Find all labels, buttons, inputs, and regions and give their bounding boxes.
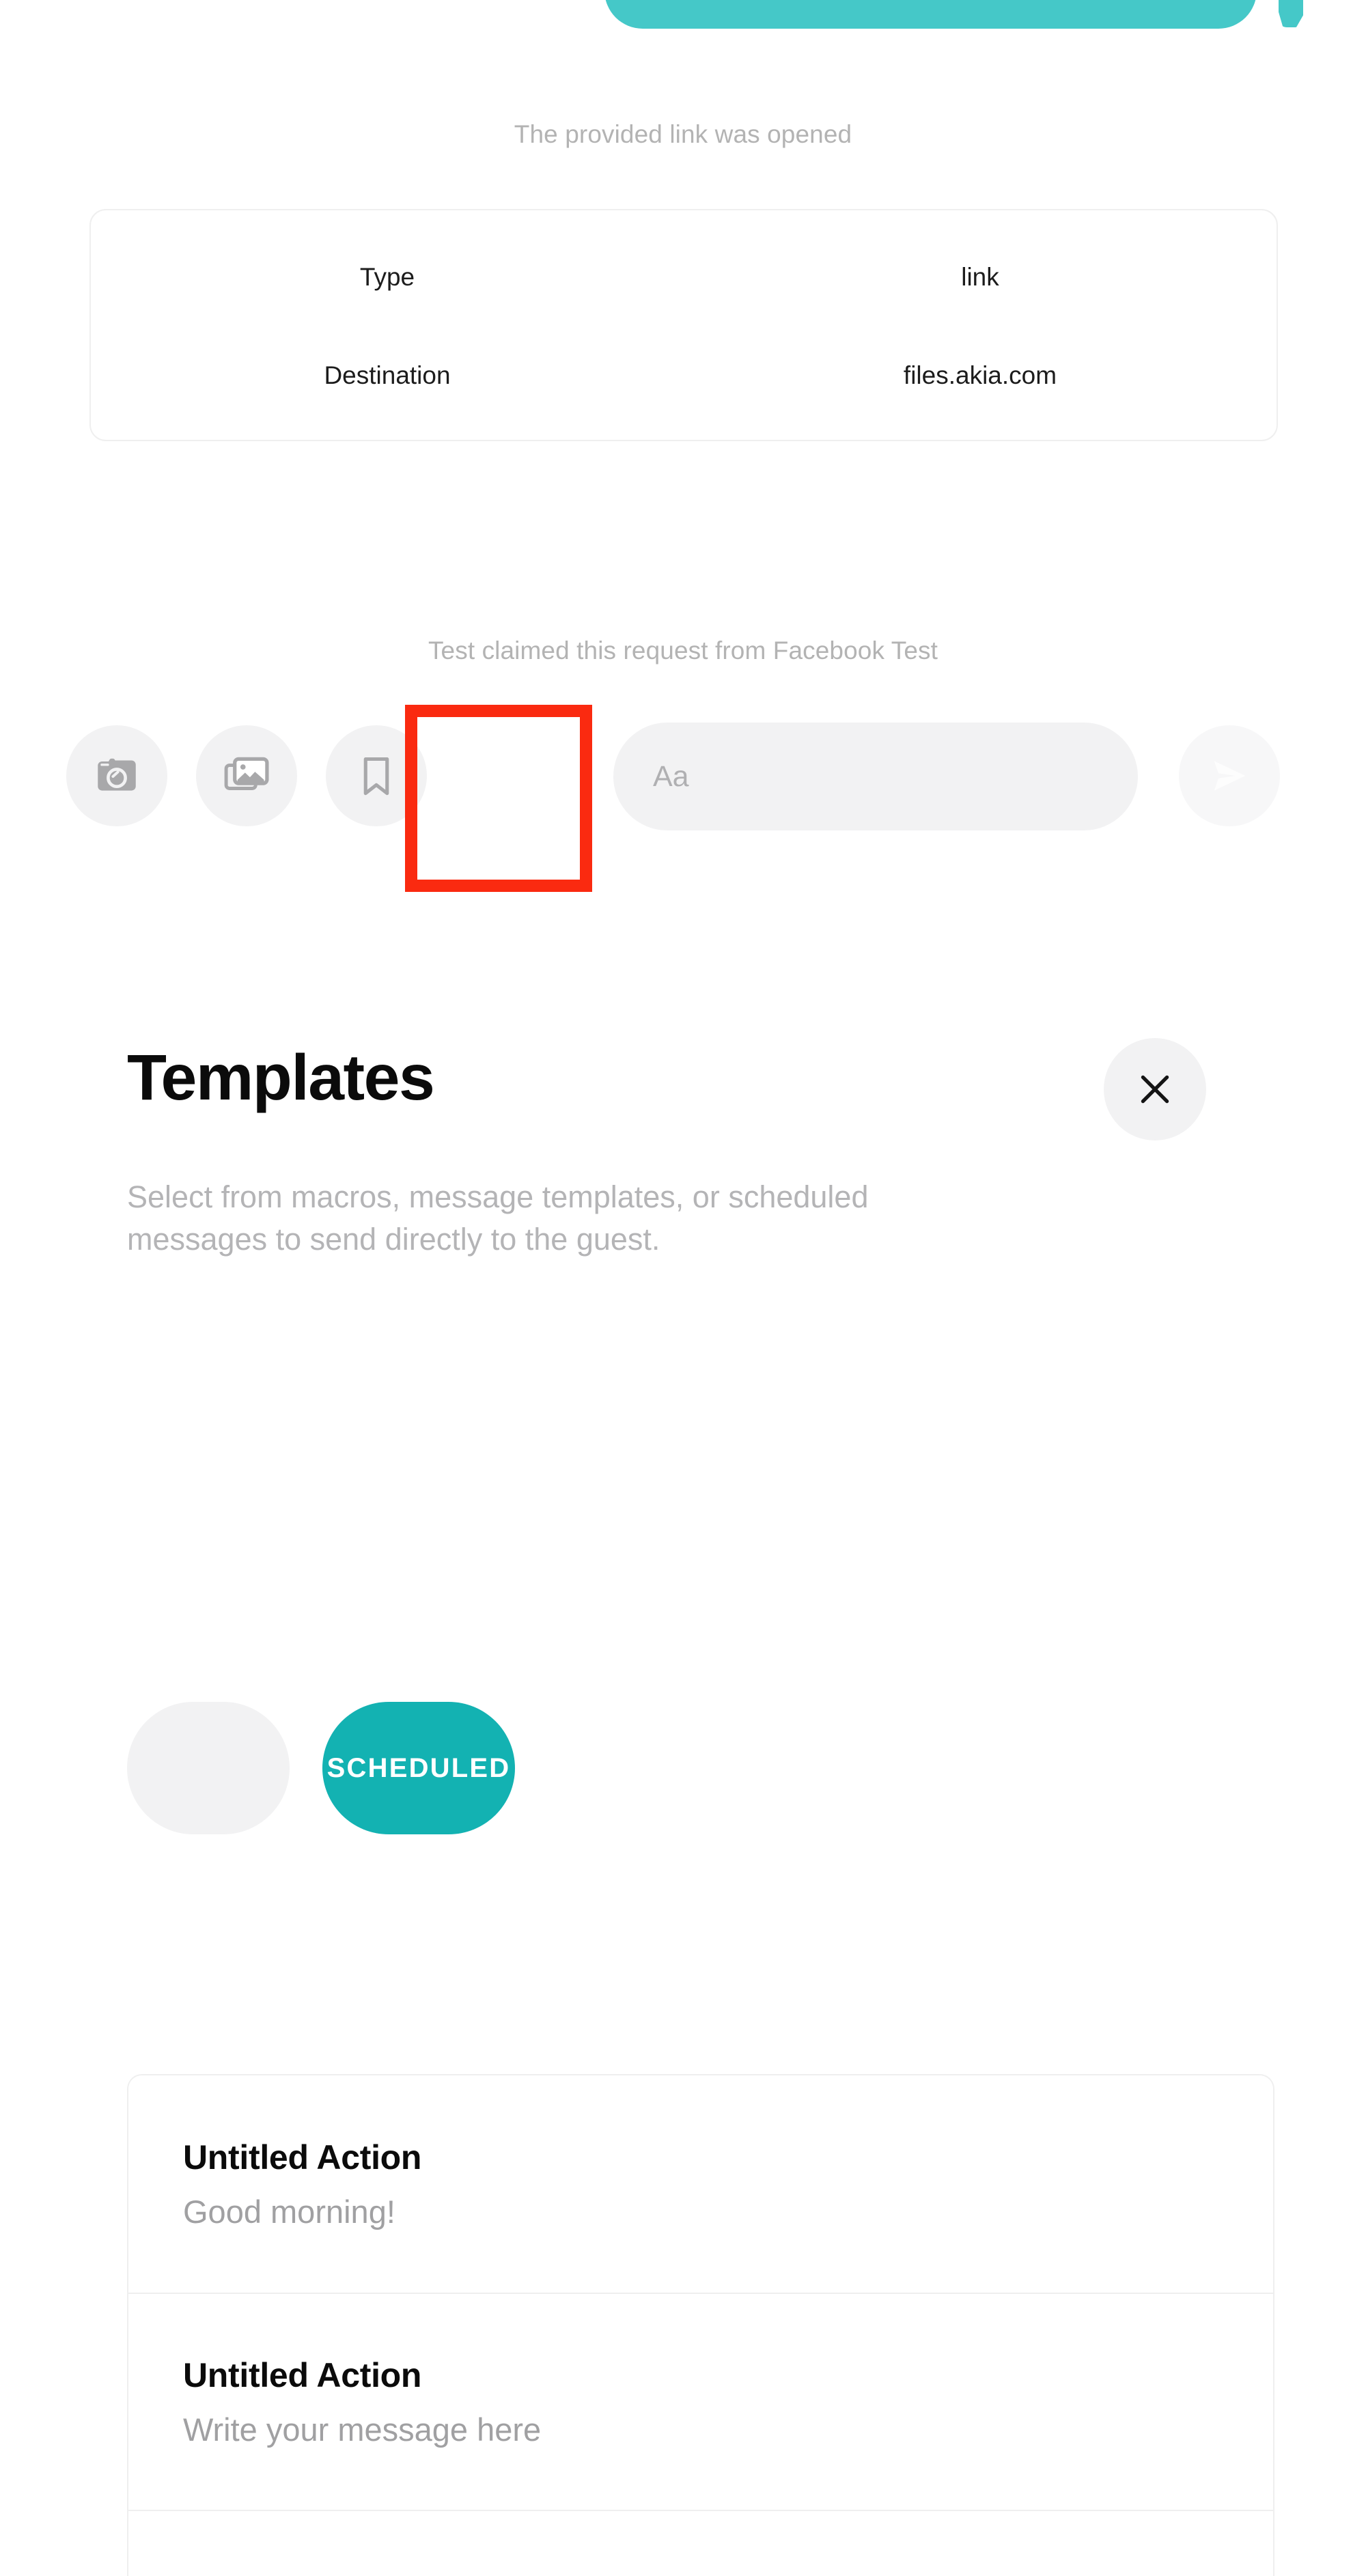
templates-sheet-subtitle: Select from macros, message templates, o… <box>127 1179 869 1257</box>
photo-library-icon <box>221 751 272 801</box>
link-card-value: files.akia.com <box>903 361 1057 389</box>
outgoing-message-bubble <box>604 0 1257 29</box>
system-note-link-opened: The provided link was opened <box>514 120 852 148</box>
photo-library-button[interactable] <box>196 725 297 826</box>
tab-scheduled[interactable]: SCHEDULED <box>322 1702 515 1834</box>
templates-tab-row: SCHEDULED <box>127 1702 515 1834</box>
link-card-key: Destination <box>324 361 451 389</box>
templates-list: Untitled Action Good morning! Untitled A… <box>127 2074 1274 2576</box>
message-composer <box>0 719 1366 835</box>
close-button[interactable] <box>1104 1038 1206 1140</box>
system-note-claimed-request: Test claimed this request from Facebook … <box>428 636 938 664</box>
template-name: Untitled Action <box>183 2356 422 2394</box>
link-card-key: Type <box>359 263 415 291</box>
camera-button[interactable] <box>66 725 167 826</box>
template-name: Thanks for booking <box>183 2571 1218 2576</box>
close-icon <box>1132 1067 1177 1112</box>
templates-bookmark-button[interactable] <box>326 725 427 826</box>
link-card-row-type: Type link <box>91 249 1277 305</box>
chat-screen: The provided link was opened Type link D… <box>0 0 1366 2576</box>
page-title: Templates <box>127 1041 435 1114</box>
templates-sheet: Templates Select from macros, message te… <box>0 970 1366 2576</box>
message-bubble-tail-icon <box>1279 0 1303 27</box>
send-icon <box>1205 752 1253 800</box>
bookmark-icon <box>352 752 400 800</box>
send-button[interactable] <box>1179 725 1280 826</box>
camera-icon <box>92 751 142 801</box>
template-name: Untitled Action <box>183 2138 422 2176</box>
template-preview: Good morning! <box>183 2194 395 2230</box>
template-preview: Write your message here <box>183 2411 542 2448</box>
list-item[interactable]: Thanks for booking Good morning, {{custo… <box>128 2510 1273 2576</box>
link-preview-card[interactable]: Type link Destination files.akia.com <box>89 209 1278 441</box>
link-card-row-destination: Destination files.akia.com <box>91 348 1277 404</box>
templates-sheet-header: Templates Select from macros, message te… <box>0 970 1366 1393</box>
list-item[interactable]: Untitled Action Good morning! <box>128 2075 1273 2293</box>
tab-templates[interactable] <box>127 1702 290 1834</box>
list-item[interactable]: Untitled Action Write your message here <box>128 2293 1273 2510</box>
link-card-value: link <box>961 263 999 291</box>
message-input[interactable] <box>613 723 1138 830</box>
